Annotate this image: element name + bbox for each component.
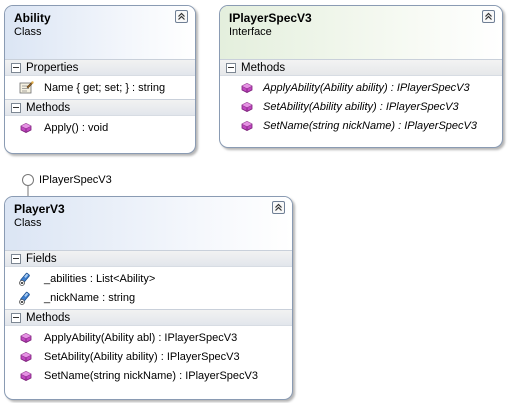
method-row[interactable]: Apply() : void [5, 118, 195, 137]
fields-section-header[interactable]: Fields [5, 250, 292, 267]
method-icon [18, 120, 34, 136]
interface-name: IPlayerSpecV3 [229, 11, 312, 25]
method-icon [18, 349, 34, 365]
field-icon [18, 290, 34, 306]
lollipop-label: IPlayerSpecV3 [39, 174, 112, 186]
interface-header[interactable]: IPlayerSpecV3 Interface [220, 6, 502, 59]
collapse-toggle-icon[interactable] [226, 62, 236, 73]
collapse-toggle-icon[interactable] [11, 62, 21, 73]
iplayerspecv3-interface-shape[interactable]: IPlayerSpecV3 Interface Methods ApplyAbi… [219, 5, 503, 148]
method-text: SetName(string nickName) : IPlayerSpecV3 [263, 119, 477, 132]
method-row[interactable]: ApplyAbility(Ability ability) : IPlayerS… [220, 78, 502, 97]
method-row[interactable]: SetName(string nickName) : IPlayerSpecV3 [220, 116, 502, 135]
method-icon [239, 80, 255, 96]
methods-section-header[interactable]: Methods [220, 59, 502, 76]
method-row[interactable]: SetName(string nickName) : IPlayerSpecV3 [5, 366, 292, 385]
method-text: SetName(string nickName) : IPlayerSpecV3 [44, 369, 258, 382]
double-chevron-up-icon [483, 11, 494, 22]
property-icon [18, 80, 34, 96]
field-text: _abilities : List<Ability> [44, 272, 156, 285]
property-text: Name { get; set; } : string [44, 81, 166, 94]
method-text: SetAbility(Ability ability) : IPlayerSpe… [263, 100, 459, 113]
class-kind: Class [14, 26, 42, 38]
field-text: _nickName : string [44, 291, 136, 304]
collapse-button[interactable] [175, 10, 188, 23]
interface-kind: Interface [229, 26, 272, 38]
method-text: SetAbility(Ability ability) : IPlayerSpe… [44, 350, 240, 363]
collapse-toggle-icon[interactable] [11, 312, 21, 323]
method-icon [18, 330, 34, 346]
method-row[interactable]: SetAbility(Ability ability) : IPlayerSpe… [220, 97, 502, 116]
method-icon [239, 118, 255, 134]
ability-class-shape[interactable]: Ability Class Properties Name { get; set… [4, 5, 196, 154]
double-chevron-up-icon [273, 202, 284, 213]
method-text: Apply() : void [44, 121, 109, 134]
collapse-button[interactable] [272, 201, 285, 214]
interface-lollipop-connector[interactable] [21, 173, 35, 198]
collapse-toggle-icon[interactable] [11, 253, 21, 264]
method-text: ApplyAbility(Ability abl) : IPlayerSpecV… [44, 331, 238, 344]
playerv3-class-shape[interactable]: PlayerV3 Class Fields _abilities : List<… [4, 196, 293, 400]
method-text: ApplyAbility(Ability ability) : IPlayerS… [263, 81, 470, 94]
properties-section-header[interactable]: Properties [5, 59, 195, 76]
ability-class-header[interactable]: Ability Class [5, 6, 195, 59]
property-row[interactable]: Name { get; set; } : string [5, 78, 195, 97]
playerv3-class-header[interactable]: PlayerV3 Class [5, 197, 292, 250]
class-name: PlayerV3 [14, 202, 65, 216]
class-kind: Class [14, 217, 42, 229]
method-row[interactable]: SetAbility(Ability ability) : IPlayerSpe… [5, 347, 292, 366]
section-label: Methods [26, 101, 71, 114]
section-label: Methods [241, 61, 286, 74]
method-icon [18, 368, 34, 384]
section-label: Methods [26, 311, 71, 324]
collapse-button[interactable] [482, 10, 495, 23]
methods-section-header[interactable]: Methods [5, 99, 195, 116]
class-name: Ability [14, 11, 51, 25]
field-row[interactable]: _abilities : List<Ability> [5, 269, 292, 288]
double-chevron-up-icon [176, 11, 187, 22]
field-icon [18, 271, 34, 287]
section-label: Fields [26, 252, 57, 265]
method-row[interactable]: ApplyAbility(Ability abl) : IPlayerSpecV… [5, 328, 292, 347]
methods-section-header[interactable]: Methods [5, 309, 292, 326]
section-label: Properties [26, 61, 79, 74]
collapse-toggle-icon[interactable] [11, 102, 21, 113]
field-row[interactable]: _nickName : string [5, 288, 292, 307]
method-icon [239, 99, 255, 115]
